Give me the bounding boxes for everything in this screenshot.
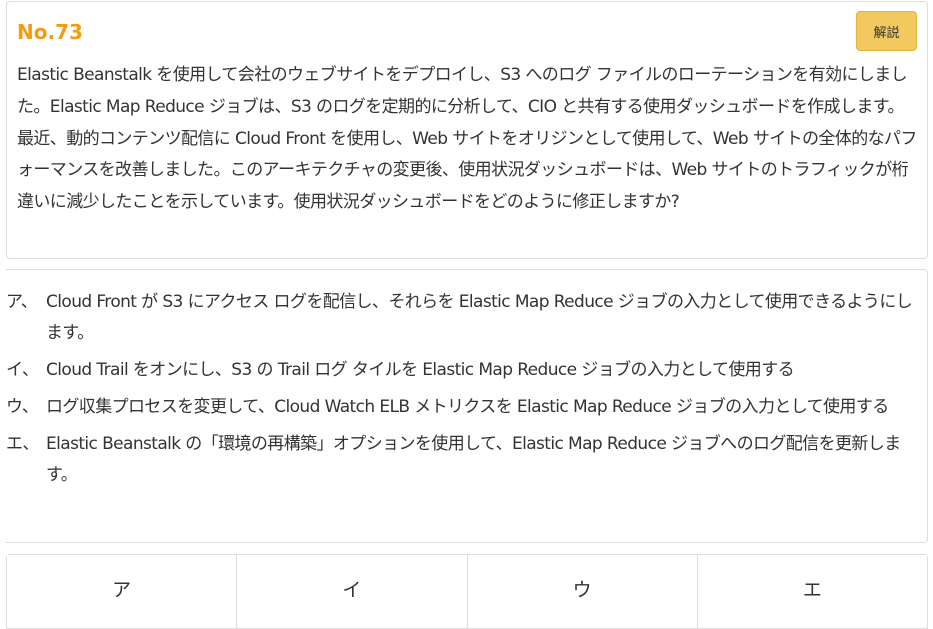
answer-button-a[interactable]: ア bbox=[7, 555, 238, 628]
option-a: ア、 Cloud Front が S3 にアクセス ログを配信し、それらを El… bbox=[6, 287, 917, 349]
question-header: No.73 解説 bbox=[17, 11, 917, 60]
answer-button-u[interactable]: ウ bbox=[467, 555, 698, 628]
option-i: イ、 Cloud Trail をオンにし、S3 の Trail ログ タイルを … bbox=[6, 355, 917, 386]
option-label: ウ、 bbox=[6, 397, 39, 417]
answer-button-row: ア イ ウ エ bbox=[6, 554, 928, 629]
option-e: エ、 Elastic Beanstalk の「環境の再構築」オプションを使用して… bbox=[6, 429, 917, 491]
answer-button-i[interactable]: イ bbox=[237, 555, 468, 628]
option-label: ア、 bbox=[6, 292, 38, 312]
question-card: No.73 解説 Elastic Beanstalk を使用して会社のウェブサイ… bbox=[6, 1, 928, 259]
question-text: Elastic Beanstalk を使用して会社のウェブサイトをデプロイし、S… bbox=[17, 65, 917, 213]
question-number: No.73 bbox=[17, 20, 83, 44]
option-label: イ、 bbox=[6, 360, 39, 380]
option-text: Cloud Trail をオンにし、S3 の Trail ログ タイルを Ela… bbox=[46, 360, 795, 380]
option-label: エ、 bbox=[6, 434, 39, 454]
option-text: Elastic Beanstalk の「環境の再構築」オプションを使用して、El… bbox=[46, 434, 901, 485]
option-u: ウ、 ログ収集プロセスを変更して、Cloud Watch ELB メトリクスを … bbox=[6, 392, 917, 423]
explanation-button[interactable]: 解説 bbox=[856, 11, 917, 51]
options-card: ア、 Cloud Front が S3 にアクセス ログを配信し、それらを El… bbox=[6, 269, 928, 543]
option-text: ログ収集プロセスを変更して、Cloud Watch ELB メトリクスを Ela… bbox=[46, 397, 889, 417]
option-text: Cloud Front が S3 にアクセス ログを配信し、それらを Elast… bbox=[46, 292, 913, 343]
answer-button-e[interactable]: エ bbox=[697, 555, 927, 628]
